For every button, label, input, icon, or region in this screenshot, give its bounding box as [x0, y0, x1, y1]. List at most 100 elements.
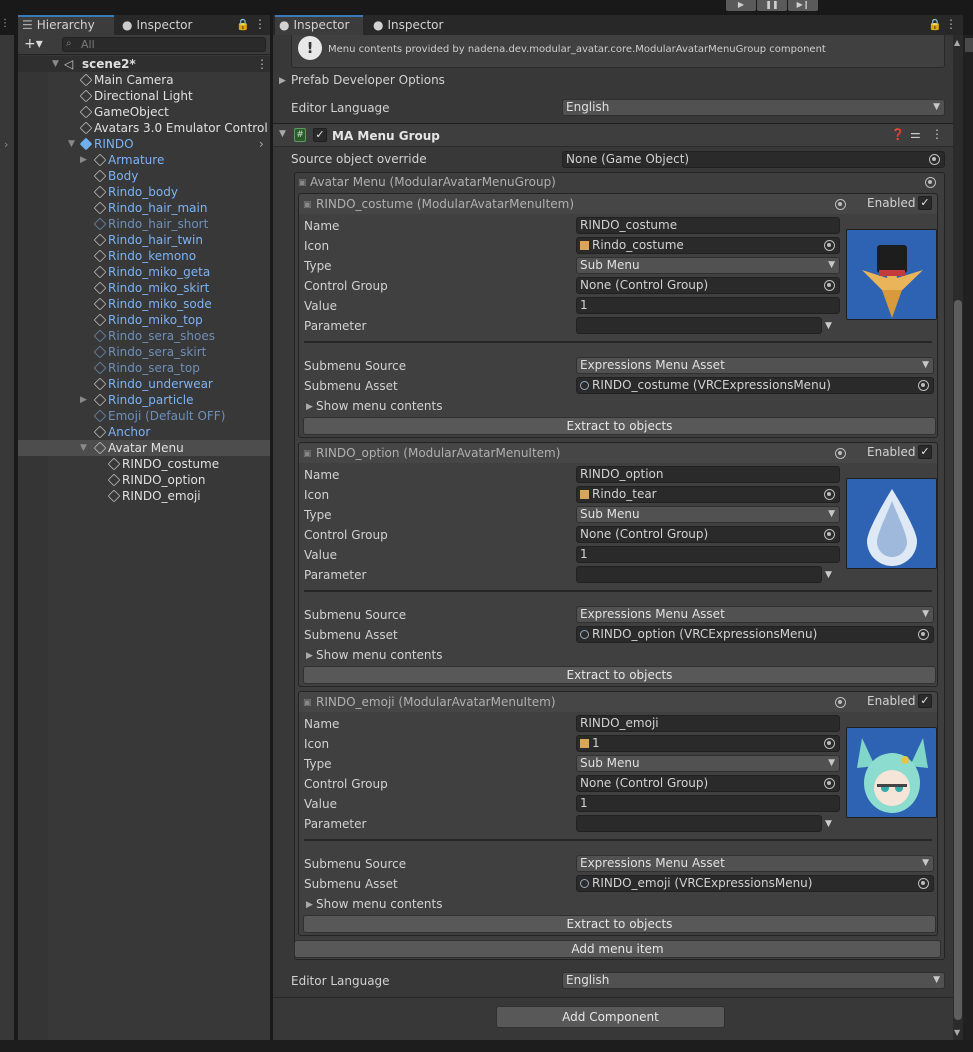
hierarchy-row[interactable]: Rindo_miko_top — [18, 312, 270, 328]
scrollbar-thumb[interactable] — [954, 300, 962, 1020]
object-picker-icon[interactable] — [835, 448, 846, 459]
chevron-down-icon[interactable]: ▼ — [825, 816, 832, 832]
object-picker-icon[interactable] — [918, 380, 929, 391]
add-icon[interactable]: +▾ — [24, 36, 43, 52]
hierarchy-row[interactable]: Emoji (Default OFF) — [18, 408, 270, 424]
parameter-field[interactable] — [576, 317, 822, 334]
object-picker-icon[interactable] — [835, 199, 846, 210]
type-dropdown[interactable]: Sub Menu ▼ — [576, 257, 840, 274]
tab-inspector-left[interactable]: ● Inspector — [118, 15, 228, 35]
hierarchy-row[interactable]: Rindo_hair_main — [18, 200, 270, 216]
value-field[interactable]: 1 — [576, 795, 840, 812]
editor-language-dropdown-bottom[interactable]: English ▼ — [562, 972, 945, 989]
help-icon[interactable]: ❓ — [891, 128, 905, 141]
chevron-right-icon[interactable]: › — [259, 136, 264, 152]
foldout-arrow-icon[interactable]: ▼ — [80, 440, 87, 456]
more-icon[interactable]: ⋮ — [931, 127, 943, 141]
step-button[interactable]: ▶❙ — [788, 0, 818, 11]
submenu-asset-field[interactable]: RINDO_option (VRCExpressionsMenu) — [576, 626, 934, 643]
editor-language-dropdown[interactable]: English ▼ — [562, 99, 945, 116]
object-picker-icon[interactable] — [929, 154, 940, 165]
enabled-checkbox[interactable]: ✓ — [918, 694, 932, 708]
hierarchy-row[interactable]: Anchor — [18, 424, 270, 440]
hierarchy-row[interactable]: Rindo_sera_top — [18, 360, 270, 376]
component-enabled-checkbox[interactable]: ✓ — [313, 128, 327, 142]
foldout-arrow-icon[interactable]: ▶ — [80, 152, 87, 168]
hierarchy-row[interactable]: Body — [18, 168, 270, 184]
extract-to-objects-button[interactable]: Extract to objects — [303, 417, 936, 435]
submenu-source-dropdown[interactable]: Expressions Menu Asset ▼ — [576, 855, 934, 872]
hierarchy-row[interactable]: Rindo_miko_skirt — [18, 280, 270, 296]
tab-inspector-second[interactable]: ● Inspector — [369, 15, 469, 35]
submenu-source-dropdown[interactable]: Expressions Menu Asset ▼ — [576, 357, 934, 374]
foldout-arrow-icon[interactable]: ▶ — [306, 399, 313, 415]
submenu-asset-field[interactable]: RINDO_emoji (VRCExpressionsMenu) — [576, 875, 934, 892]
source-override-field[interactable]: None (Game Object) — [562, 151, 945, 168]
object-picker-icon[interactable] — [925, 177, 936, 188]
hierarchy-row[interactable]: Avatars 3.0 Emulator Control — [18, 120, 270, 136]
more-icon[interactable]: ⋮ — [254, 17, 266, 31]
more-icon[interactable]: ⋮ — [945, 17, 957, 31]
scene-menu-icon[interactable]: ⋮ — [256, 56, 268, 72]
chevron-right-icon[interactable]: › — [4, 138, 8, 151]
submenu-asset-field[interactable]: RINDO_costume (VRCExpressionsMenu) — [576, 377, 934, 394]
object-picker-icon[interactable] — [824, 778, 835, 789]
object-picker-icon[interactable] — [918, 629, 929, 640]
name-field[interactable]: RINDO_option — [576, 466, 840, 483]
object-picker-icon[interactable] — [824, 738, 835, 749]
extract-to-objects-button[interactable]: Extract to objects — [303, 915, 936, 933]
hierarchy-row[interactable]: RINDO_emoji — [18, 488, 270, 504]
panel-menu-icon[interactable]: ⋮ — [0, 18, 10, 32]
pause-button[interactable]: ❚❚ — [757, 0, 787, 11]
object-picker-icon[interactable] — [824, 280, 835, 291]
object-picker-icon[interactable] — [824, 240, 835, 251]
foldout-arrow-icon[interactable]: ▶ — [80, 392, 87, 408]
play-button[interactable]: ▶ — [726, 0, 756, 11]
icon-field[interactable]: 1 — [576, 735, 840, 752]
tab-inspector-main[interactable]: ● Inspector — [275, 15, 363, 35]
object-picker-icon[interactable] — [824, 489, 835, 500]
scroll-down-icon[interactable]: ▼ — [954, 1028, 960, 1037]
hierarchy-row[interactable]: Rindo_hair_twin — [18, 232, 270, 248]
foldout-arrow-icon[interactable]: ▶ — [279, 73, 286, 89]
control-group-field[interactable]: None (Control Group) — [576, 775, 840, 792]
hierarchy-row[interactable]: Rindo_kemono — [18, 248, 270, 264]
hierarchy-row[interactable]: ▼ RINDO › — [18, 136, 270, 152]
parameter-field[interactable] — [576, 566, 822, 583]
hierarchy-row[interactable]: RINDO_option — [18, 472, 270, 488]
foldout-arrow-icon[interactable]: ▶ — [306, 897, 313, 913]
parameter-field[interactable] — [576, 815, 822, 832]
hierarchy-row[interactable]: Rindo_miko_geta — [18, 264, 270, 280]
hierarchy-row[interactable]: Rindo_sera_shoes — [18, 328, 270, 344]
extract-to-objects-button[interactable]: Extract to objects — [303, 666, 936, 684]
hierarchy-row[interactable]: ▼ Avatar Menu — [18, 440, 270, 456]
foldout-arrow-icon[interactable]: ▶ — [306, 648, 313, 664]
icon-field[interactable]: Rindo_tear — [576, 486, 840, 503]
hierarchy-row[interactable]: Rindo_hair_short — [18, 216, 270, 232]
tab-hierarchy[interactable]: ☰ Hierarchy — [18, 15, 114, 35]
object-picker-icon[interactable] — [918, 878, 929, 889]
chevron-down-icon[interactable]: ▼ — [825, 567, 832, 583]
foldout-arrow-icon[interactable]: ▼ — [68, 136, 75, 152]
enabled-checkbox[interactable]: ✓ — [918, 445, 932, 459]
enabled-checkbox[interactable]: ✓ — [918, 196, 932, 210]
type-dropdown[interactable]: Sub Menu ▼ — [576, 506, 840, 523]
chevron-down-icon[interactable]: ▼ — [825, 318, 832, 334]
scene-row[interactable]: ▼ ◁ scene2* ⋮ — [18, 56, 270, 72]
object-picker-icon[interactable] — [835, 697, 846, 708]
type-dropdown[interactable]: Sub Menu ▼ — [576, 755, 840, 772]
hierarchy-row[interactable]: Directional Light — [18, 88, 270, 104]
value-field[interactable]: 1 — [576, 546, 840, 563]
hierarchy-row[interactable]: Rindo_miko_sode — [18, 296, 270, 312]
right-panel-tab[interactable] — [965, 38, 973, 52]
control-group-field[interactable]: None (Control Group) — [576, 277, 840, 294]
value-field[interactable]: 1 — [576, 297, 840, 314]
hierarchy-row[interactable]: GameObject — [18, 104, 270, 120]
hierarchy-row[interactable]: ▶ Rindo_particle — [18, 392, 270, 408]
name-field[interactable]: RINDO_emoji — [576, 715, 840, 732]
add-menu-item-button[interactable]: Add menu item — [294, 940, 941, 958]
prefab-developer-options[interactable]: Prefab Developer Options — [291, 72, 445, 88]
hierarchy-row[interactable]: Rindo_body — [18, 184, 270, 200]
show-menu-contents-foldout[interactable]: Show menu contents — [316, 398, 443, 414]
submenu-source-dropdown[interactable]: Expressions Menu Asset ▼ — [576, 606, 934, 623]
